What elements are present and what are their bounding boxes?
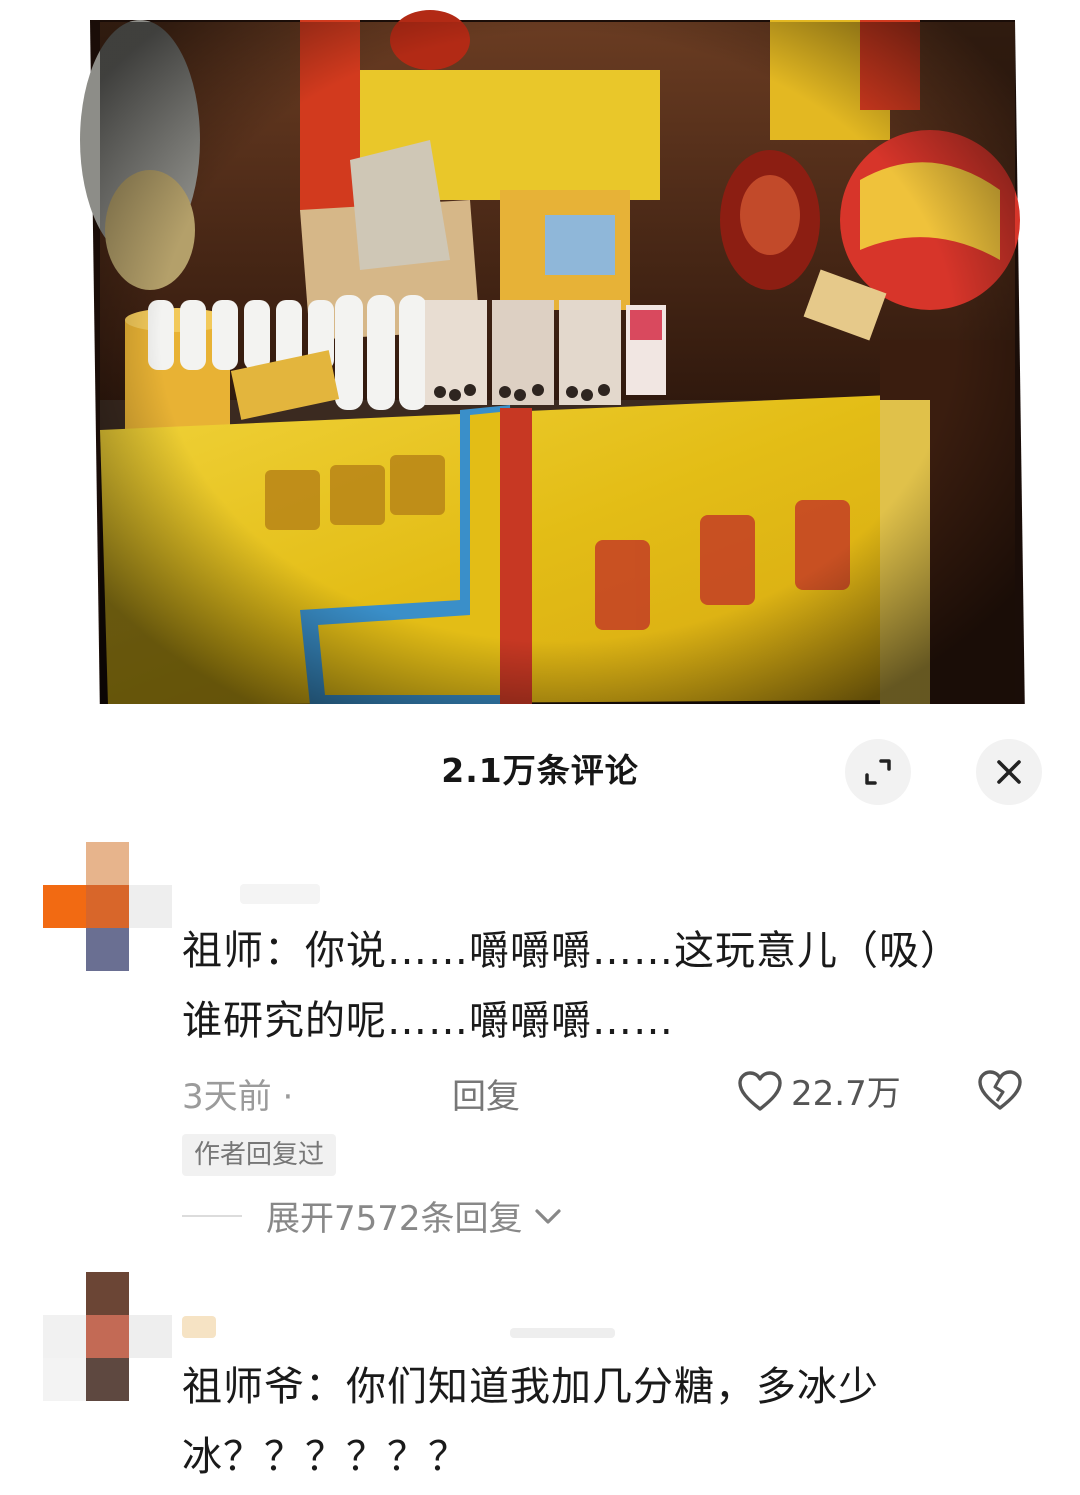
video-frame[interactable] [0, 0, 1080, 740]
expand-button[interactable] [845, 739, 911, 805]
heart-icon [738, 1070, 782, 1111]
author-replied-badge: 作者回复过 [182, 1134, 337, 1176]
altar-photo [0, 0, 1080, 740]
broken-heart-icon [978, 1070, 1022, 1110]
comment-text-line: 祖师爷：你们知道我加几分糖，多冰少 [182, 1364, 879, 1410]
avatar[interactable] [43, 842, 173, 972]
reply-button[interactable]: 回复 [452, 1069, 520, 1118]
chevron-down-icon [534, 1208, 561, 1224]
comments-sheet: 2.1万条评论 祖师：你说……嚼嚼嚼……这玩意儿（吸） 谁研究的呢……嚼嚼嚼……… [0, 704, 1080, 1495]
username-blurred[interactable] [240, 884, 320, 904]
comment-text: 祖师爷：你们知道我加几分糖，多冰少 冰？？？？？？ [182, 1352, 1042, 1492]
like-button[interactable]: 22.7万 [737, 1066, 901, 1115]
comments-count-title: 2.1万条评论 [441, 751, 639, 790]
username-blurred[interactable] [510, 1328, 615, 1338]
expand-icon [865, 759, 891, 785]
comment-text-line: 谁研究的呢……嚼嚼嚼…… [182, 998, 674, 1044]
divider [182, 1215, 242, 1217]
comment-text-line: 冰？？？？？？ [182, 1434, 469, 1480]
username-blurred[interactable] [182, 1316, 216, 1338]
avatar[interactable] [43, 1272, 173, 1402]
dislike-button[interactable] [976, 1069, 1024, 1115]
expand-replies-label: 展开7572条回复 [266, 1199, 523, 1239]
expand-replies-button[interactable]: 展开7572条回复 [266, 1191, 563, 1240]
comment-text-line: 祖师：你说……嚼嚼嚼……这玩意儿（吸） [182, 928, 961, 974]
like-count: 22.7万 [791, 1074, 901, 1114]
comment-text: 祖师：你说……嚼嚼嚼……这玩意儿（吸） 谁研究的呢……嚼嚼嚼…… [182, 916, 1042, 1056]
close-button[interactable] [976, 739, 1042, 805]
close-icon [997, 760, 1021, 784]
comment-time: 3天前 · [182, 1077, 294, 1117]
